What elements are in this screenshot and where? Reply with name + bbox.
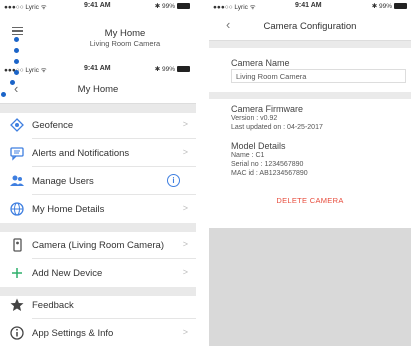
battery-status: ✱ 99% bbox=[155, 65, 190, 73]
menu-item-add-device[interactable]: Add New Device > bbox=[0, 259, 196, 287]
menu-item-label: Alerts and Notifications bbox=[32, 148, 130, 159]
camera-device-icon bbox=[9, 237, 25, 253]
menu-item-camera[interactable]: Camera (Living Room Camera) > bbox=[0, 231, 196, 259]
page-subtitle: Living Room Camera bbox=[89, 39, 161, 48]
step-dot bbox=[14, 59, 19, 64]
section-divider bbox=[209, 41, 411, 48]
my-home-menu-screen: ●●●○○ Lyric ᯤ 9:41 AM ✱ 99% ‹ My Home Ge… bbox=[0, 63, 196, 346]
firmware-updated: Last updated on : 04-25-2017 bbox=[231, 124, 323, 131]
carrier-label: ●●●○○ Lyric ᯤ bbox=[4, 4, 47, 11]
nav-bar: ‹ My Home bbox=[0, 74, 196, 104]
status-time: 9:41 AM bbox=[84, 2, 111, 9]
status-time: 9:41 AM bbox=[295, 2, 322, 9]
model-mac: MAC id : AB1234567890 bbox=[231, 170, 308, 177]
camera-name-label: Camera Name bbox=[231, 58, 290, 68]
left-screen: ●●●○○ Lyric ᯤ 9:41 AM ✱ 99% My Home Livi… bbox=[0, 0, 196, 346]
menu-item-alerts[interactable]: Alerts and Notifications > bbox=[0, 139, 196, 167]
delete-camera-button[interactable]: DELETE CAMERA bbox=[209, 196, 411, 205]
plus-icon bbox=[9, 265, 25, 281]
battery-icon bbox=[177, 3, 190, 10]
chevron-right-icon: > bbox=[182, 203, 188, 213]
battery-icon bbox=[394, 3, 407, 10]
globe-icon bbox=[9, 201, 25, 217]
page-title: My Home bbox=[104, 28, 146, 39]
empty-area bbox=[209, 228, 411, 346]
chevron-right-icon: > bbox=[182, 239, 188, 249]
background-header: My Home Living Room Camera bbox=[0, 11, 196, 48]
star-icon bbox=[9, 297, 25, 313]
step-dot bbox=[14, 48, 19, 53]
menu-item-label: Geofence bbox=[32, 120, 74, 131]
status-time: 9:41 AM bbox=[84, 65, 111, 72]
battery-status: ✱ 99% bbox=[372, 2, 407, 10]
menu-item-label: Feedback bbox=[32, 300, 74, 311]
nav-title: Camera Configuration bbox=[263, 21, 357, 32]
status-bar: ●●●○○ Lyric ᯤ 9:41 AM ✱ 99% bbox=[209, 0, 411, 11]
menu-item-home-details[interactable]: My Home Details > bbox=[0, 195, 196, 223]
battery-icon bbox=[177, 66, 190, 73]
carrier-label: ●●●○○ Lyric ᯤ bbox=[4, 67, 47, 74]
menu-item-manage-users[interactable]: Manage Users i bbox=[0, 167, 196, 195]
camera-configuration-screen: ●●●○○ Lyric ᯤ 9:41 AM ✱ 99% ‹ Camera Con… bbox=[209, 0, 411, 346]
step-dot bbox=[14, 70, 19, 75]
chevron-right-icon: > bbox=[182, 267, 188, 277]
camera-name-input[interactable]: Living Room Camera bbox=[231, 69, 406, 83]
model-details-label: Model Details bbox=[231, 141, 286, 151]
geofence-icon bbox=[9, 117, 25, 133]
chevron-right-icon: > bbox=[182, 147, 188, 157]
menu-item-label: Camera (Living Room Camera) bbox=[32, 240, 164, 251]
menu-item-geofence[interactable]: Geofence > bbox=[0, 111, 196, 139]
menu-item-label: App Settings & Info bbox=[32, 328, 114, 339]
section-divider bbox=[209, 92, 411, 99]
info-icon bbox=[9, 325, 25, 341]
nav-title: My Home bbox=[77, 84, 119, 95]
status-bar: ●●●○○ Lyric ᯤ 9:41 AM ✱ 99% bbox=[0, 63, 196, 74]
menu-item-label: Add New Device bbox=[32, 268, 103, 279]
step-dot bbox=[1, 92, 6, 97]
firmware-version: Version : v0.92 bbox=[231, 115, 278, 122]
step-dot bbox=[14, 37, 19, 42]
alerts-icon bbox=[9, 145, 25, 161]
menu-item-feedback[interactable]: Feedback bbox=[0, 291, 196, 319]
status-bar: ●●●○○ Lyric ᯤ 9:41 AM ✱ 99% bbox=[0, 0, 196, 11]
users-icon bbox=[9, 173, 25, 189]
firmware-label: Camera Firmware bbox=[231, 104, 304, 114]
model-serial: Serial no : 1234567890 bbox=[231, 161, 304, 168]
battery-status: ✱ 99% bbox=[155, 2, 190, 10]
info-icon[interactable]: i bbox=[167, 174, 180, 187]
model-name: Name : C1 bbox=[231, 152, 265, 159]
chevron-right-icon: > bbox=[182, 119, 188, 129]
menu-item-app-settings[interactable]: App Settings & Info > bbox=[0, 319, 196, 346]
menu-item-label: Manage Users bbox=[32, 176, 94, 187]
menu-item-label: My Home Details bbox=[32, 204, 105, 215]
step-dot bbox=[10, 80, 15, 85]
carrier-label: ●●●○○ Lyric ᯤ bbox=[213, 4, 256, 11]
nav-bar: ‹ Camera Configuration bbox=[209, 11, 411, 41]
chevron-right-icon: > bbox=[182, 327, 188, 337]
hamburger-menu-icon[interactable] bbox=[12, 27, 23, 36]
